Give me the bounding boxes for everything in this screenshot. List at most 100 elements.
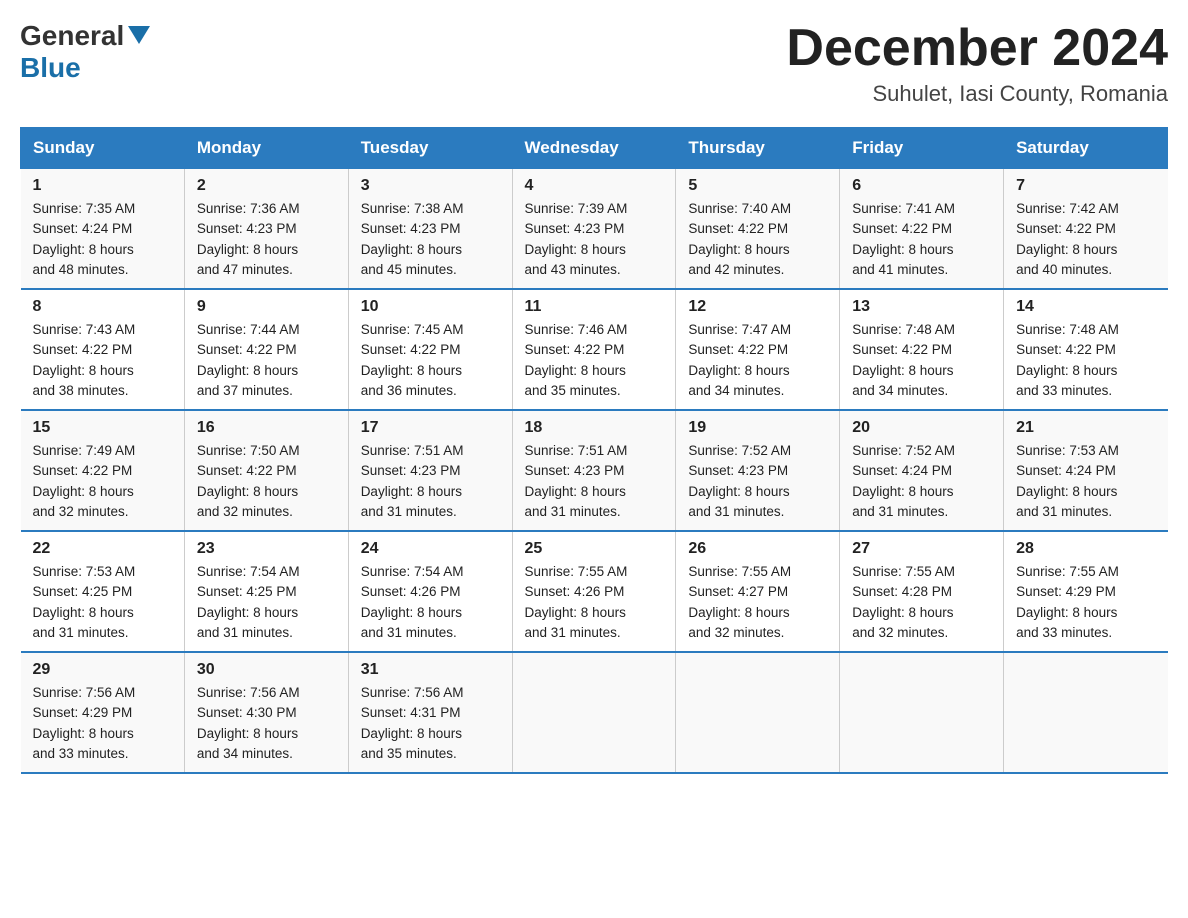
- calendar-day-cell: 7 Sunrise: 7:42 AM Sunset: 4:22 PM Dayli…: [1004, 169, 1168, 290]
- day-number: 23: [197, 540, 336, 558]
- day-info: Sunrise: 7:44 AM Sunset: 4:22 PM Dayligh…: [197, 320, 336, 401]
- calendar-day-cell: [840, 652, 1004, 773]
- day-number: 27: [852, 540, 991, 558]
- calendar-day-cell: 4 Sunrise: 7:39 AM Sunset: 4:23 PM Dayli…: [512, 169, 676, 290]
- title-block: December 2024 Suhulet, Iasi County, Roma…: [786, 20, 1168, 107]
- calendar-week-row: 8 Sunrise: 7:43 AM Sunset: 4:22 PM Dayli…: [21, 289, 1168, 410]
- calendar-day-cell: 14 Sunrise: 7:48 AM Sunset: 4:22 PM Dayl…: [1004, 289, 1168, 410]
- day-info: Sunrise: 7:47 AM Sunset: 4:22 PM Dayligh…: [688, 320, 827, 401]
- day-info: Sunrise: 7:40 AM Sunset: 4:22 PM Dayligh…: [688, 199, 827, 280]
- calendar-day-cell: 2 Sunrise: 7:36 AM Sunset: 4:23 PM Dayli…: [184, 169, 348, 290]
- day-info: Sunrise: 7:38 AM Sunset: 4:23 PM Dayligh…: [361, 199, 500, 280]
- day-info: Sunrise: 7:48 AM Sunset: 4:22 PM Dayligh…: [852, 320, 991, 401]
- col-saturday: Saturday: [1004, 128, 1168, 169]
- day-number: 14: [1016, 298, 1155, 316]
- calendar-day-cell: 10 Sunrise: 7:45 AM Sunset: 4:22 PM Dayl…: [348, 289, 512, 410]
- calendar-day-cell: 29 Sunrise: 7:56 AM Sunset: 4:29 PM Dayl…: [21, 652, 185, 773]
- page-header: General Blue December 2024 Suhulet, Iasi…: [20, 20, 1168, 107]
- calendar-day-cell: 23 Sunrise: 7:54 AM Sunset: 4:25 PM Dayl…: [184, 531, 348, 652]
- calendar-day-cell: [512, 652, 676, 773]
- col-wednesday: Wednesday: [512, 128, 676, 169]
- day-number: 20: [852, 419, 991, 437]
- day-number: 6: [852, 177, 991, 195]
- day-number: 8: [33, 298, 172, 316]
- col-tuesday: Tuesday: [348, 128, 512, 169]
- day-info: Sunrise: 7:55 AM Sunset: 4:29 PM Dayligh…: [1016, 562, 1155, 643]
- day-number: 3: [361, 177, 500, 195]
- day-info: Sunrise: 7:39 AM Sunset: 4:23 PM Dayligh…: [525, 199, 664, 280]
- day-info: Sunrise: 7:48 AM Sunset: 4:22 PM Dayligh…: [1016, 320, 1155, 401]
- calendar-day-cell: 17 Sunrise: 7:51 AM Sunset: 4:23 PM Dayl…: [348, 410, 512, 531]
- day-number: 17: [361, 419, 500, 437]
- location-subtitle: Suhulet, Iasi County, Romania: [786, 81, 1168, 107]
- col-thursday: Thursday: [676, 128, 840, 169]
- calendar-day-cell: 24 Sunrise: 7:54 AM Sunset: 4:26 PM Dayl…: [348, 531, 512, 652]
- day-info: Sunrise: 7:35 AM Sunset: 4:24 PM Dayligh…: [33, 199, 172, 280]
- calendar-day-cell: 18 Sunrise: 7:51 AM Sunset: 4:23 PM Dayl…: [512, 410, 676, 531]
- day-number: 12: [688, 298, 827, 316]
- day-number: 16: [197, 419, 336, 437]
- day-info: Sunrise: 7:54 AM Sunset: 4:25 PM Dayligh…: [197, 562, 336, 643]
- day-number: 13: [852, 298, 991, 316]
- day-info: Sunrise: 7:43 AM Sunset: 4:22 PM Dayligh…: [33, 320, 172, 401]
- calendar-day-cell: 31 Sunrise: 7:56 AM Sunset: 4:31 PM Dayl…: [348, 652, 512, 773]
- day-number: 18: [525, 419, 664, 437]
- day-number: 19: [688, 419, 827, 437]
- day-info: Sunrise: 7:56 AM Sunset: 4:29 PM Dayligh…: [33, 683, 172, 764]
- day-number: 24: [361, 540, 500, 558]
- day-info: Sunrise: 7:53 AM Sunset: 4:25 PM Dayligh…: [33, 562, 172, 643]
- day-info: Sunrise: 7:54 AM Sunset: 4:26 PM Dayligh…: [361, 562, 500, 643]
- day-info: Sunrise: 7:42 AM Sunset: 4:22 PM Dayligh…: [1016, 199, 1155, 280]
- calendar-day-cell: 9 Sunrise: 7:44 AM Sunset: 4:22 PM Dayli…: [184, 289, 348, 410]
- calendar-day-cell: 16 Sunrise: 7:50 AM Sunset: 4:22 PM Dayl…: [184, 410, 348, 531]
- calendar-day-cell: [676, 652, 840, 773]
- logo: General Blue: [20, 20, 150, 84]
- calendar-day-cell: 1 Sunrise: 7:35 AM Sunset: 4:24 PM Dayli…: [21, 169, 185, 290]
- calendar-day-cell: 15 Sunrise: 7:49 AM Sunset: 4:22 PM Dayl…: [21, 410, 185, 531]
- calendar-day-cell: 22 Sunrise: 7:53 AM Sunset: 4:25 PM Dayl…: [21, 531, 185, 652]
- day-number: 10: [361, 298, 500, 316]
- day-info: Sunrise: 7:41 AM Sunset: 4:22 PM Dayligh…: [852, 199, 991, 280]
- col-monday: Monday: [184, 128, 348, 169]
- day-info: Sunrise: 7:55 AM Sunset: 4:27 PM Dayligh…: [688, 562, 827, 643]
- day-number: 1: [33, 177, 172, 195]
- logo-general-text: General: [20, 20, 124, 52]
- logo-blue-text: Blue: [20, 52, 81, 83]
- calendar-day-cell: 11 Sunrise: 7:46 AM Sunset: 4:22 PM Dayl…: [512, 289, 676, 410]
- calendar-day-cell: 26 Sunrise: 7:55 AM Sunset: 4:27 PM Dayl…: [676, 531, 840, 652]
- day-number: 5: [688, 177, 827, 195]
- day-info: Sunrise: 7:52 AM Sunset: 4:23 PM Dayligh…: [688, 441, 827, 522]
- day-number: 21: [1016, 419, 1155, 437]
- calendar-day-cell: 5 Sunrise: 7:40 AM Sunset: 4:22 PM Dayli…: [676, 169, 840, 290]
- calendar-day-cell: 19 Sunrise: 7:52 AM Sunset: 4:23 PM Dayl…: [676, 410, 840, 531]
- day-info: Sunrise: 7:55 AM Sunset: 4:26 PM Dayligh…: [525, 562, 664, 643]
- day-number: 2: [197, 177, 336, 195]
- day-info: Sunrise: 7:53 AM Sunset: 4:24 PM Dayligh…: [1016, 441, 1155, 522]
- day-number: 31: [361, 661, 500, 679]
- day-number: 9: [197, 298, 336, 316]
- logo-arrow-icon: [128, 26, 150, 44]
- calendar-day-cell: 30 Sunrise: 7:56 AM Sunset: 4:30 PM Dayl…: [184, 652, 348, 773]
- col-friday: Friday: [840, 128, 1004, 169]
- calendar-day-cell: 13 Sunrise: 7:48 AM Sunset: 4:22 PM Dayl…: [840, 289, 1004, 410]
- col-sunday: Sunday: [21, 128, 185, 169]
- day-number: 15: [33, 419, 172, 437]
- day-number: 22: [33, 540, 172, 558]
- calendar-day-cell: 28 Sunrise: 7:55 AM Sunset: 4:29 PM Dayl…: [1004, 531, 1168, 652]
- day-info: Sunrise: 7:51 AM Sunset: 4:23 PM Dayligh…: [525, 441, 664, 522]
- calendar-header-row: Sunday Monday Tuesday Wednesday Thursday…: [21, 128, 1168, 169]
- month-title: December 2024: [786, 20, 1168, 77]
- day-info: Sunrise: 7:46 AM Sunset: 4:22 PM Dayligh…: [525, 320, 664, 401]
- day-number: 29: [33, 661, 172, 679]
- day-info: Sunrise: 7:45 AM Sunset: 4:22 PM Dayligh…: [361, 320, 500, 401]
- day-info: Sunrise: 7:56 AM Sunset: 4:30 PM Dayligh…: [197, 683, 336, 764]
- calendar-week-row: 22 Sunrise: 7:53 AM Sunset: 4:25 PM Dayl…: [21, 531, 1168, 652]
- calendar-day-cell: 8 Sunrise: 7:43 AM Sunset: 4:22 PM Dayli…: [21, 289, 185, 410]
- day-info: Sunrise: 7:36 AM Sunset: 4:23 PM Dayligh…: [197, 199, 336, 280]
- calendar-table: Sunday Monday Tuesday Wednesday Thursday…: [20, 127, 1168, 774]
- day-info: Sunrise: 7:50 AM Sunset: 4:22 PM Dayligh…: [197, 441, 336, 522]
- calendar-day-cell: 3 Sunrise: 7:38 AM Sunset: 4:23 PM Dayli…: [348, 169, 512, 290]
- calendar-day-cell: 21 Sunrise: 7:53 AM Sunset: 4:24 PM Dayl…: [1004, 410, 1168, 531]
- day-info: Sunrise: 7:52 AM Sunset: 4:24 PM Dayligh…: [852, 441, 991, 522]
- calendar-day-cell: 27 Sunrise: 7:55 AM Sunset: 4:28 PM Dayl…: [840, 531, 1004, 652]
